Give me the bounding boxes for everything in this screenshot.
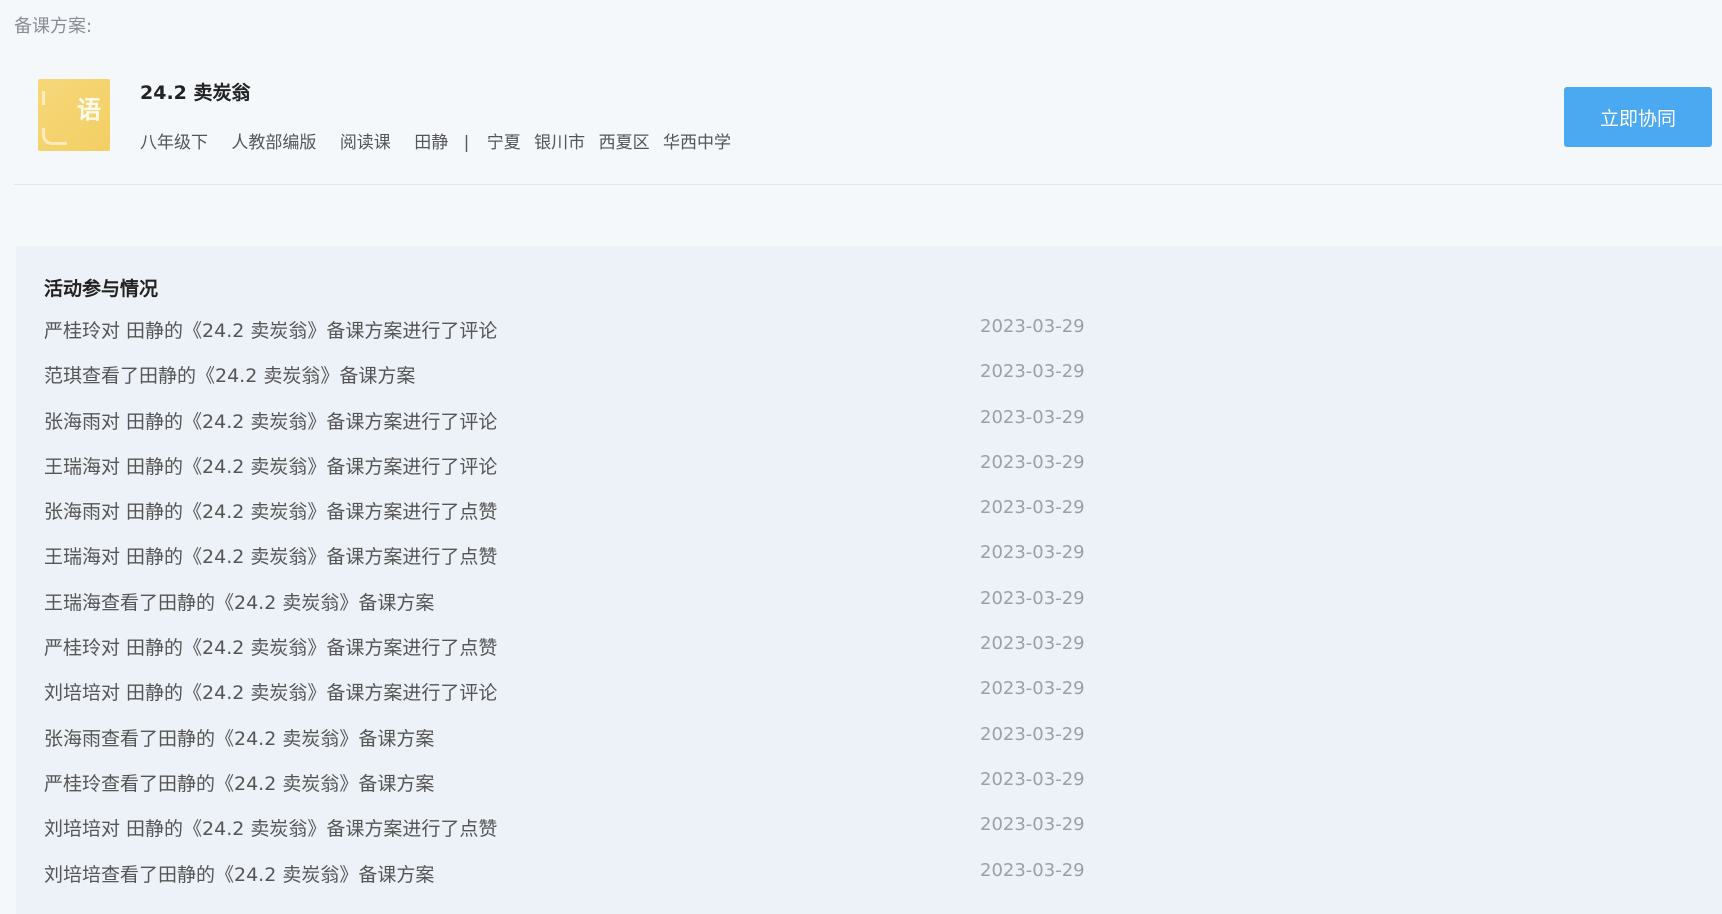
activity-text: 张海雨对 田静的《24.2 卖炭翁》备课方案进行了点赞 bbox=[44, 501, 498, 524]
activity-date: 2023-03-29 bbox=[980, 859, 1085, 881]
district-label: 西夏区 bbox=[598, 133, 650, 153]
activity-date: 2023-03-29 bbox=[980, 542, 1085, 564]
lesson-plan-card: 语 24.2 卖炭翁 八年级下 人教部编版 阅读课 田静 | 宁夏 银川市 西夏… bbox=[14, 56, 1722, 185]
activity-text: 严桂玲对 田静的《24.2 卖炭翁》备课方案进行了评论 bbox=[44, 320, 498, 342]
activity-date: 2023-03-29 bbox=[980, 587, 1085, 609]
activity-text: 严桂玲查看了田静的《24.2 卖炭翁》备课方案 bbox=[44, 772, 435, 795]
page: 备课方案: 语 24.2 卖炭翁 八年级下 人教部编版 阅读课 田静 | 宁夏 … bbox=[0, 0, 1722, 914]
location: 宁夏 银川市 西夏区 华西中学 bbox=[487, 133, 739, 153]
subject-char: 语 bbox=[77, 96, 101, 124]
activity-text: 范琪查看了田静的《24.2 卖炭翁》备课方案 bbox=[44, 365, 416, 388]
activity-text: 王瑞海对 田静的《24.2 卖炭翁》备课方案进行了评论 bbox=[44, 455, 498, 478]
activity-text: 严桂玲对 田静的《24.2 卖炭翁》备课方案进行了点赞 bbox=[44, 637, 498, 660]
activity-item: 王瑞海对 田静的《24.2 卖炭翁》备课方案进行了评论 2023-03-29 bbox=[44, 452, 1704, 497]
meta-separator: | bbox=[463, 133, 470, 153]
activity-date: 2023-03-29 bbox=[980, 451, 1085, 473]
activity-text: 王瑞海查看了田静的《24.2 卖炭翁》备课方案 bbox=[44, 591, 435, 614]
activity-item: 刘培培对 田静的《24.2 卖炭翁》备课方案进行了点赞 2023-03-29 bbox=[44, 814, 1704, 859]
thumbnail-decoration bbox=[42, 91, 55, 105]
activity-item: 王瑞海对 田静的《24.2 卖炭翁》备课方案进行了点赞 2023-03-29 bbox=[44, 542, 1704, 587]
activity-date: 2023-03-29 bbox=[980, 678, 1085, 700]
activity-text: 张海雨查看了田静的《24.2 卖炭翁》备课方案 bbox=[44, 727, 435, 750]
activity-date: 2023-03-29 bbox=[980, 406, 1085, 428]
edition-label: 人教部编版 bbox=[231, 133, 317, 153]
activity-date: 2023-03-29 bbox=[980, 768, 1085, 790]
activity-text: 刘培培查看了田静的《24.2 卖炭翁》备课方案 bbox=[44, 863, 435, 886]
chinese-subject-thumbnail-icon[interactable]: 语 bbox=[38, 79, 110, 151]
activity-item: 严桂玲对 田静的《24.2 卖炭翁》备课方案进行了评论 2023-03-29 bbox=[44, 316, 1704, 361]
activity-title: 活动参与情况 bbox=[44, 278, 159, 300]
activity-panel: 活动参与情况 严桂玲对 田静的《24.2 卖炭翁》备课方案进行了评论 2023-… bbox=[16, 246, 1722, 914]
activity-date: 2023-03-29 bbox=[980, 633, 1085, 655]
activity-date: 2023-03-29 bbox=[980, 361, 1085, 383]
activity-item: 张海雨查看了田静的《24.2 卖炭翁》备课方案 2023-03-29 bbox=[44, 724, 1704, 769]
activity-date: 2023-03-29 bbox=[980, 814, 1085, 836]
school-label: 华西中学 bbox=[662, 133, 731, 153]
collaborate-now-button[interactable]: 立即协同 bbox=[1564, 87, 1712, 147]
activity-item: 严桂玲查看了田静的《24.2 卖炭翁》备课方案 2023-03-29 bbox=[44, 769, 1704, 814]
activity-item: 张海雨对 田静的《24.2 卖炭翁》备课方案进行了评论 2023-03-29 bbox=[44, 407, 1704, 452]
activity-list: 严桂玲对 田静的《24.2 卖炭翁》备课方案进行了评论 2023-03-29 范… bbox=[44, 316, 1704, 905]
activity-text: 王瑞海对 田静的《24.2 卖炭翁》备课方案进行了点赞 bbox=[44, 546, 498, 569]
activity-text: 张海雨对 田静的《24.2 卖炭翁》备课方案进行了评论 bbox=[44, 410, 498, 433]
lesson-type-label: 阅读课 bbox=[339, 133, 391, 153]
province-label: 宁夏 bbox=[486, 133, 521, 153]
activity-date: 2023-03-29 bbox=[980, 723, 1085, 745]
section-label: 备课方案: bbox=[14, 16, 93, 37]
thumbnail-decoration bbox=[42, 128, 67, 145]
activity-date: 2023-03-29 bbox=[980, 497, 1085, 519]
lesson-plan-title[interactable]: 24.2 卖炭翁 bbox=[140, 78, 251, 105]
lesson-plan-meta: 八年级下 人教部编版 阅读课 田静 | 宁夏 银川市 西夏区 华西中学 bbox=[140, 128, 757, 153]
activity-item: 范琪查看了田静的《24.2 卖炭翁》备课方案 2023-03-29 bbox=[44, 361, 1704, 406]
grade-label: 八年级下 bbox=[140, 133, 208, 153]
teacher-name: 田静 bbox=[414, 133, 449, 153]
activity-item: 张海雨对 田静的《24.2 卖炭翁》备课方案进行了点赞 2023-03-29 bbox=[44, 497, 1704, 542]
city-label: 银川市 bbox=[534, 133, 586, 153]
activity-item: 严桂玲对 田静的《24.2 卖炭翁》备课方案进行了点赞 2023-03-29 bbox=[44, 633, 1704, 678]
activity-date: 2023-03-29 bbox=[980, 316, 1085, 337]
activity-item: 刘培培对 田静的《24.2 卖炭翁》备课方案进行了评论 2023-03-29 bbox=[44, 678, 1704, 723]
activity-text: 刘培培对 田静的《24.2 卖炭翁》备课方案进行了点赞 bbox=[44, 818, 498, 841]
activity-text: 刘培培对 田静的《24.2 卖炭翁》备课方案进行了评论 bbox=[44, 682, 498, 705]
activity-item: 王瑞海查看了田静的《24.2 卖炭翁》备课方案 2023-03-29 bbox=[44, 588, 1704, 633]
activity-item: 刘培培查看了田静的《24.2 卖炭翁》备课方案 2023-03-29 bbox=[44, 860, 1704, 905]
